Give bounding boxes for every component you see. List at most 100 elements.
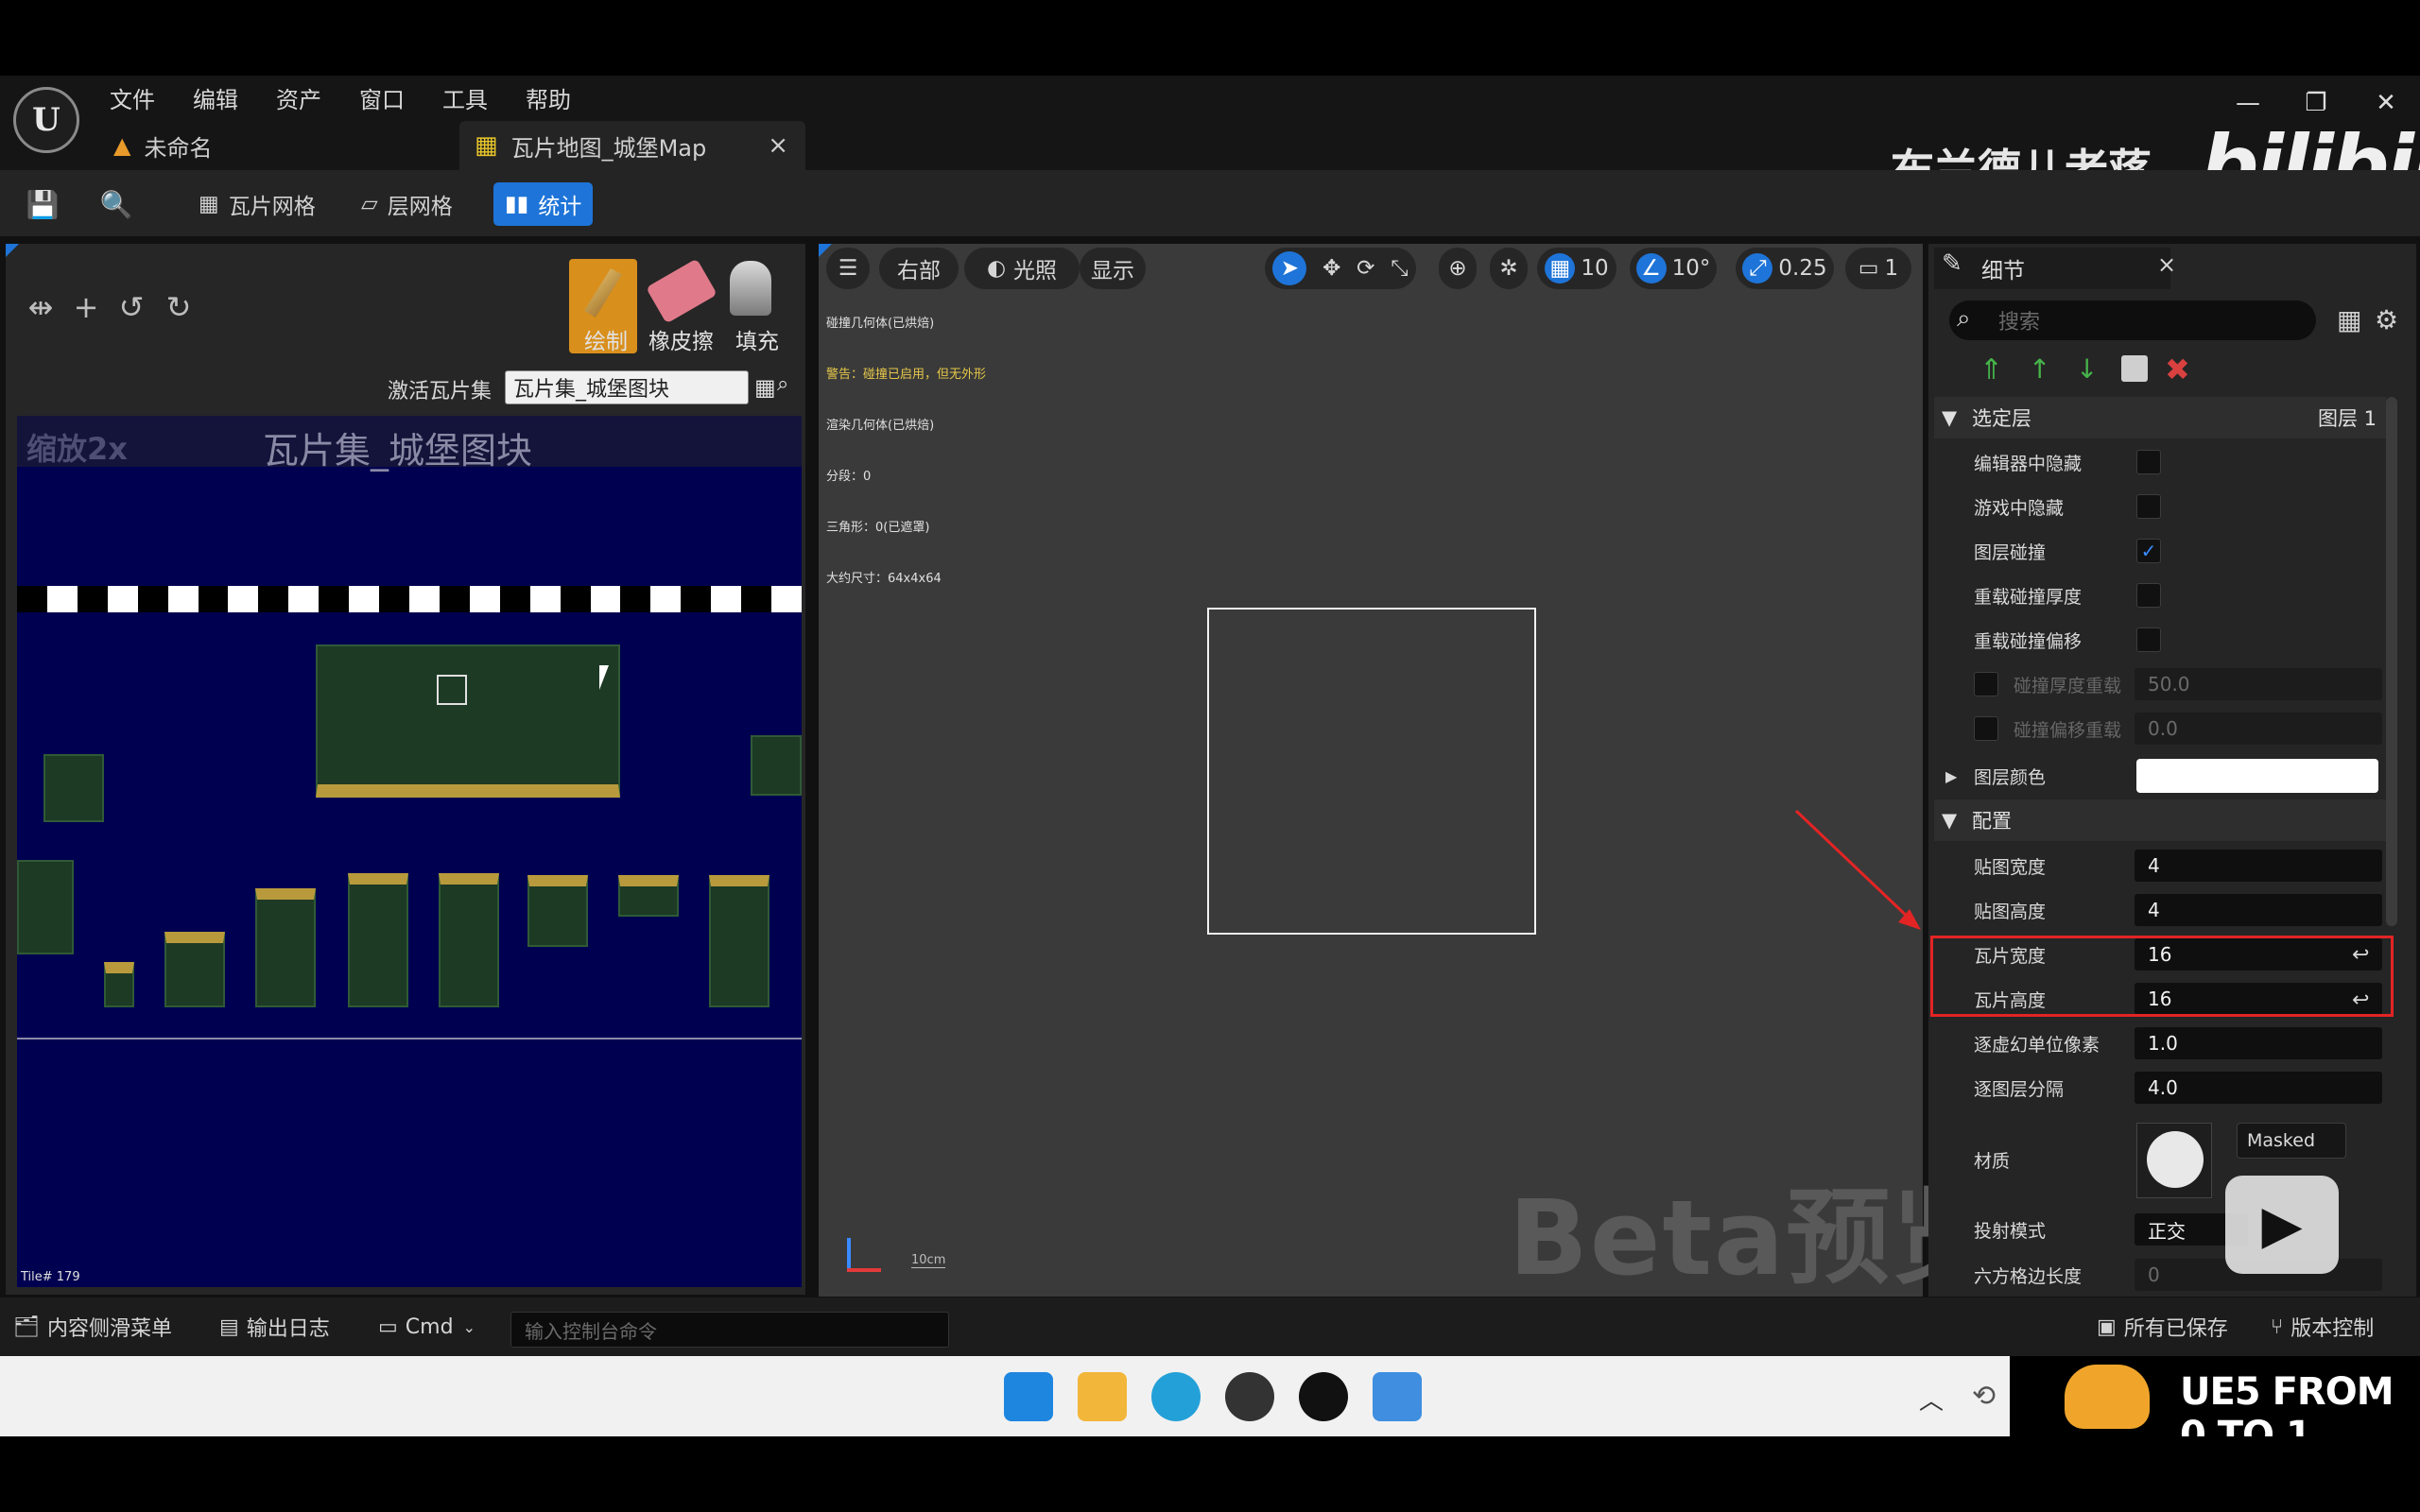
output-log-label: 输出日志 bbox=[246, 1317, 330, 1341]
override-checkbox[interactable] bbox=[1974, 672, 1998, 696]
file-explorer-icon[interactable] bbox=[1078, 1372, 1127, 1421]
menu-file[interactable]: 文件 bbox=[110, 79, 155, 115]
flip-horizontal-icon[interactable]: ⇹ bbox=[23, 289, 59, 325]
settings-icon[interactable]: ⚙ bbox=[2375, 304, 2398, 335]
active-tileset-field[interactable]: 瓦片集_城堡图块 bbox=[505, 370, 749, 404]
tile-block[interactable] bbox=[751, 735, 802, 796]
tileset-search-icon[interactable]: ⌕ bbox=[777, 372, 788, 396]
tile-block[interactable] bbox=[618, 875, 679, 917]
detail-checkbox[interactable] bbox=[2136, 583, 2161, 608]
move-down-icon[interactable]: ↓ bbox=[2076, 353, 2098, 385]
detail-checkbox[interactable] bbox=[2136, 494, 2161, 519]
grid-snap-button[interactable]: ▦ 10 bbox=[1537, 248, 1616, 289]
tile-pillar[interactable] bbox=[439, 873, 499, 1007]
details-tab[interactable]: 细节 bbox=[1934, 248, 2170, 289]
photos-icon[interactable] bbox=[1373, 1372, 1422, 1421]
detail-value-field[interactable]: 50.0 bbox=[2135, 668, 2382, 700]
layer-color-swatch[interactable] bbox=[2136, 759, 2378, 793]
tileset-canvas[interactable]: 缩放2x 瓦片集_城堡图块 Tile# 179 bbox=[17, 416, 802, 1287]
select-icon[interactable]: ➤ bbox=[1272, 251, 1307, 285]
camera-speed-button[interactable]: ▭ 1 bbox=[1845, 248, 1911, 289]
content-drawer-button[interactable]: 🗂 内容侧滑菜单 bbox=[13, 1306, 172, 1348]
version-control-button[interactable]: ⑂ 版本控制 bbox=[2271, 1306, 2374, 1348]
material-thumbnail[interactable] bbox=[2136, 1123, 2212, 1198]
stats-button[interactable]: ▮▮ 统计 bbox=[493, 182, 594, 226]
menu-edit[interactable]: 编辑 bbox=[193, 79, 238, 115]
video-play-icon[interactable]: ▶ bbox=[2225, 1176, 2339, 1274]
rotate-icon[interactable]: ⟳ bbox=[1357, 256, 1374, 281]
material-dropdown[interactable]: Masked bbox=[2237, 1123, 2346, 1159]
move-icon[interactable]: ✥ bbox=[1322, 256, 1340, 281]
rotate-cw-icon[interactable]: ↻ bbox=[161, 289, 197, 325]
tab-close-icon[interactable]: × bbox=[768, 131, 788, 160]
scale-snap-button[interactable]: ⤢ 0.25 bbox=[1736, 248, 1834, 289]
details-close-icon[interactable]: × bbox=[2157, 251, 2176, 278]
tileset-grid-icon[interactable]: ▦ bbox=[754, 374, 776, 401]
tile-block[interactable] bbox=[527, 875, 588, 947]
section-selected-layer[interactable]: ▼ 选定层 图层 1 bbox=[1934, 397, 2386, 438]
active-tileset-label: 激活瓦片集 bbox=[388, 380, 493, 404]
obs-icon[interactable] bbox=[1225, 1372, 1274, 1421]
chevron-right-icon[interactable]: ▶ bbox=[1945, 767, 1957, 785]
detail-checkbox[interactable] bbox=[2136, 450, 2161, 474]
tile-pillar[interactable] bbox=[255, 888, 316, 1007]
all-saved-button[interactable]: ▣ 所有已保存 bbox=[2097, 1306, 2228, 1348]
menu-asset[interactable]: 资产 bbox=[276, 79, 321, 115]
config-value-field[interactable]: 1.0 bbox=[2135, 1027, 2382, 1059]
reset-tile-width-icon[interactable]: ↩ bbox=[2352, 943, 2369, 967]
tile-pillar[interactable] bbox=[709, 875, 769, 1007]
section-config[interactable]: ▼ 配置 bbox=[1934, 799, 2386, 841]
duplicate-icon[interactable] bbox=[2121, 355, 2148, 382]
detail-checkbox[interactable] bbox=[2136, 627, 2161, 652]
detail-checkbox[interactable]: ✓ bbox=[2136, 539, 2161, 563]
scale-ruler: 10cm bbox=[911, 1253, 946, 1268]
move-up-icon[interactable]: ↑ bbox=[2029, 353, 2050, 385]
menu-window[interactable]: 窗口 bbox=[359, 79, 405, 115]
unreal-taskbar-icon[interactable] bbox=[1299, 1372, 1348, 1421]
tilemap-outline[interactable] bbox=[1207, 608, 1536, 935]
save-icon[interactable]: 💾 bbox=[21, 182, 64, 226]
flip-vertical-icon[interactable]: + bbox=[68, 289, 104, 325]
tray-chevron-up-icon[interactable]: ︿ bbox=[1919, 1382, 1944, 1417]
details-scrollbar[interactable] bbox=[2386, 397, 2397, 926]
tile-block[interactable] bbox=[43, 754, 104, 822]
tab-untitled[interactable]: ▲ 未命名 bbox=[113, 121, 444, 170]
rotation-snap-button[interactable]: ∠ 10° bbox=[1630, 248, 1717, 289]
scale-icon[interactable]: ⤡ bbox=[1391, 256, 1408, 281]
edge-browser-icon[interactable] bbox=[1151, 1372, 1201, 1421]
tab-tilemap[interactable]: ▦ 瓦片地图_城堡Map × bbox=[459, 121, 805, 170]
console-input[interactable]: 输入控制台命令 bbox=[510, 1312, 949, 1348]
layer-grid-button[interactable]: ▱ 层网格 bbox=[350, 182, 464, 226]
override-checkbox[interactable] bbox=[1974, 716, 1998, 741]
tile-grid-label: 瓦片网格 bbox=[228, 195, 316, 219]
tile-wall[interactable] bbox=[316, 644, 620, 798]
menu-help[interactable]: 帮助 bbox=[526, 79, 571, 115]
add-layer-icon[interactable]: ⇑ bbox=[1979, 353, 2003, 387]
browse-icon[interactable]: 🔍 bbox=[93, 182, 140, 226]
details-search-input[interactable]: 搜索 bbox=[1949, 301, 2316, 340]
rotate-ccw-icon[interactable]: ↺ bbox=[113, 289, 149, 325]
tile-grid-button[interactable]: ▦ 瓦片网格 bbox=[187, 182, 327, 226]
windows-start-icon[interactable] bbox=[1004, 1372, 1053, 1421]
unreal-logo[interactable]: U bbox=[13, 87, 79, 153]
world-space-icon[interactable]: ⊕ bbox=[1439, 248, 1477, 289]
config-value-field[interactable]: 4.0 bbox=[2135, 1072, 2382, 1104]
fill-bucket-icon[interactable] bbox=[730, 261, 771, 316]
menu-tools[interactable]: 工具 bbox=[442, 79, 488, 115]
tile-pillar[interactable] bbox=[348, 873, 408, 1007]
config-value-field[interactable]: 4 bbox=[2135, 850, 2382, 882]
reset-tile-height-icon[interactable]: ↩ bbox=[2352, 988, 2369, 1012]
tile-step[interactable] bbox=[104, 962, 134, 1007]
cmd-dropdown[interactable]: ▭ Cmd ⌄ bbox=[378, 1306, 475, 1348]
detail-value-field[interactable]: 0.0 bbox=[2135, 713, 2382, 745]
tile-block[interactable] bbox=[17, 860, 74, 954]
sync-icon[interactable]: ⟲ bbox=[1972, 1380, 1996, 1413]
show-button[interactable]: 显示 bbox=[1080, 248, 1146, 289]
output-log-button[interactable]: ▤ 输出日志 bbox=[219, 1306, 330, 1348]
delete-icon[interactable]: ✖ bbox=[2165, 352, 2190, 387]
config-value-field[interactable]: 4 bbox=[2135, 894, 2382, 926]
fill-label: 填充 bbox=[735, 330, 779, 354]
table-view-icon[interactable]: ▦ bbox=[2337, 304, 2361, 335]
tile-step[interactable] bbox=[164, 932, 225, 1007]
surface-snap-icon[interactable]: ✲ bbox=[1490, 248, 1528, 289]
